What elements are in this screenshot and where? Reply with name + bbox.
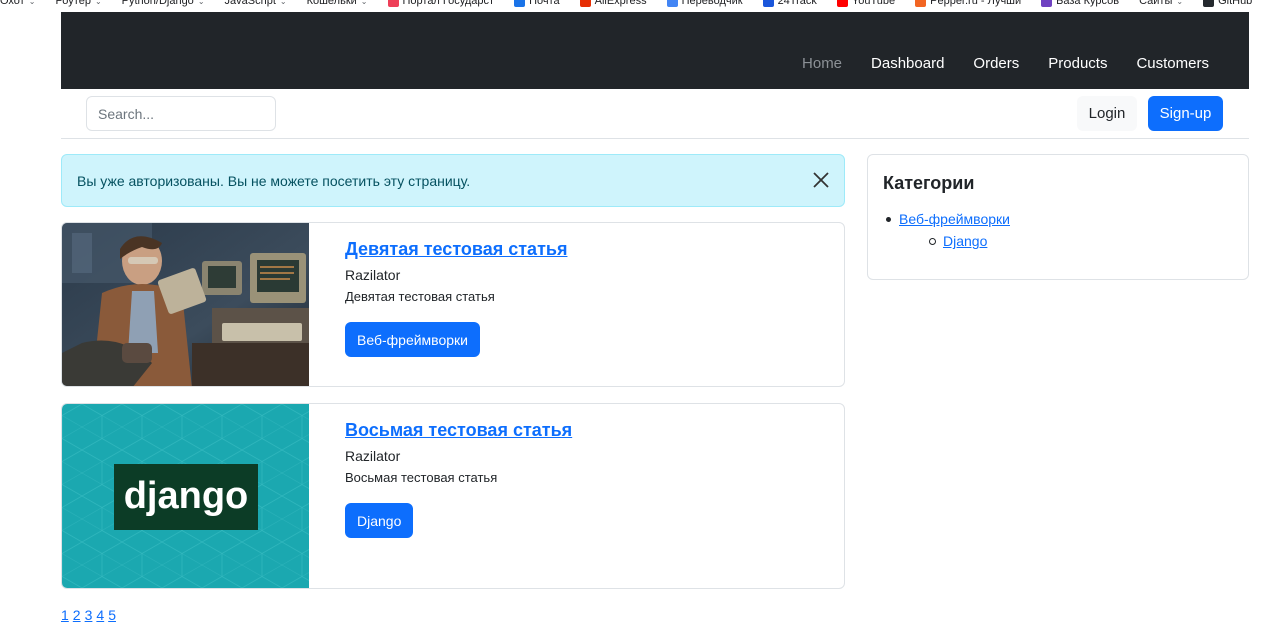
bookmark-label: AliExpress: [594, 0, 647, 7]
bookmark-item[interactable]: Кошельки ⌄: [307, 0, 368, 7]
category-button[interactable]: Веб-фреймворки: [345, 322, 480, 357]
bookmark-label: GitHub: [1218, 0, 1253, 7]
bookmark-label: База Курсов: [1056, 0, 1120, 7]
bookmark-label: Почта: [529, 0, 560, 7]
nav-link-customers[interactable]: Customers: [1136, 55, 1209, 72]
bookmark-item[interactable]: GitHub: [1203, 0, 1252, 7]
nav-link-orders[interactable]: Orders: [973, 55, 1019, 72]
article-image-django-logo[interactable]: django: [62, 404, 309, 588]
bookmark-item[interactable]: Переводчик: [666, 0, 743, 7]
category-link[interactable]: Веб-фреймворки: [886, 211, 1010, 227]
page-link[interactable]: 4: [96, 607, 104, 623]
bookmark-label: YouTube: [851, 0, 896, 7]
nav-link-home[interactable]: Home: [802, 55, 842, 72]
article-author: Razilator: [345, 448, 401, 464]
nav-links: Home Dashboard Orders Products Customers: [773, 55, 1209, 72]
bookmark-label: Портал Государст: [402, 0, 495, 7]
page-link[interactable]: 2: [73, 607, 81, 623]
search-toolbar: Login Sign-up: [61, 89, 1249, 139]
article-title-link[interactable]: Восьмая тестовая статья: [345, 420, 572, 441]
article-title-link[interactable]: Девятая тестовая статья: [345, 239, 567, 260]
bookmark-item[interactable]: Сайты ⌄: [1139, 0, 1183, 7]
login-button[interactable]: Login: [1077, 96, 1137, 131]
search-input[interactable]: [86, 96, 276, 131]
article-image-retro-computer[interactable]: [62, 223, 309, 386]
article-card: django Восьмая тестовая статья Razilator…: [61, 403, 845, 589]
courses-icon: [1041, 0, 1053, 7]
pagination: 12345: [61, 607, 116, 623]
bookmark-item[interactable]: База Курсов: [1041, 0, 1119, 7]
track-icon: [762, 0, 774, 7]
pepper-icon: [915, 0, 927, 7]
bookmark-item[interactable]: Портал Государст: [387, 0, 495, 7]
github-icon: [1203, 0, 1215, 7]
youtube-icon: [836, 0, 848, 7]
bookmark-label: Python/Django: [121, 0, 194, 7]
top-navbar: Home Dashboard Orders Products Customers: [61, 12, 1249, 89]
translate-icon: [666, 0, 678, 7]
bookmark-label: Переводчик: [681, 0, 743, 7]
chevron-down-icon: ⌄: [94, 0, 102, 6]
bookmark-label: Охот: [0, 0, 25, 7]
bookmark-item[interactable]: AliExpress: [579, 0, 647, 7]
article-author: Razilator: [345, 267, 401, 283]
article-description: Восьмая тестовая статья: [345, 470, 498, 485]
alert-message: Вы уже авторизованы. Вы не можете посети…: [77, 173, 471, 189]
page-link[interactable]: 1: [61, 607, 69, 623]
chevron-down-icon: ⌄: [28, 0, 36, 6]
django-logo-text: django: [124, 475, 249, 517]
bookmark-item[interactable]: JavaScript ⌄: [225, 0, 287, 7]
bookmark-label: Кошельки: [306, 0, 357, 7]
chevron-down-icon: ⌄: [197, 0, 205, 6]
info-alert: Вы уже авторизованы. Вы не можете посети…: [61, 154, 845, 207]
bookmark-item[interactable]: Python/Django ⌄: [122, 0, 205, 7]
bookmark-label: JavaScript: [224, 0, 276, 7]
bookmark-label: Pepper.ru - Лучши: [930, 0, 1022, 7]
bookmark-label: 24Track: [777, 0, 817, 7]
article-card: Девятая тестовая статья Razilator Девята…: [61, 222, 845, 387]
sidebar-title: Категории: [883, 173, 975, 193]
bookmark-item[interactable]: YouTube: [836, 0, 896, 7]
bookmark-label: Роутер: [55, 0, 91, 7]
signup-button[interactable]: Sign-up: [1148, 96, 1223, 131]
subcategory-link[interactable]: Django: [928, 233, 987, 249]
bookmark-item[interactable]: Роутер ⌄: [55, 0, 101, 7]
mail-icon: [514, 0, 526, 7]
close-icon[interactable]: [812, 171, 830, 189]
chevron-down-icon: ⌄: [279, 0, 287, 6]
nav-link-products[interactable]: Products: [1048, 55, 1107, 72]
chevron-down-icon: ⌄: [1176, 0, 1184, 6]
bookmark-item[interactable]: Охот ⌄: [0, 0, 35, 7]
page-link[interactable]: 5: [108, 607, 116, 623]
gosuslugi-icon: [387, 0, 399, 7]
bookmark-item[interactable]: Почта: [514, 0, 560, 7]
bookmark-label: Сайты: [1139, 0, 1173, 7]
bookmark-item[interactable]: 24Track: [762, 0, 817, 7]
bookmark-item[interactable]: Pepper.ru - Лучши: [915, 0, 1021, 7]
aliexpress-icon: [579, 0, 591, 7]
categories-sidebar: Категории Веб-фреймворки Django: [867, 154, 1249, 280]
category-button[interactable]: Django: [345, 503, 414, 538]
page-link[interactable]: 3: [85, 607, 93, 623]
nav-link-dashboard[interactable]: Dashboard: [871, 55, 944, 72]
chevron-down-icon: ⌄: [360, 0, 368, 6]
article-description: Девятая тестовая статья: [345, 289, 495, 304]
bookmarks-bar: Охот ⌄ Роутер ⌄ Python/Django ⌄ JavaScript ⌄ Кош…: [0, 0, 1280, 8]
